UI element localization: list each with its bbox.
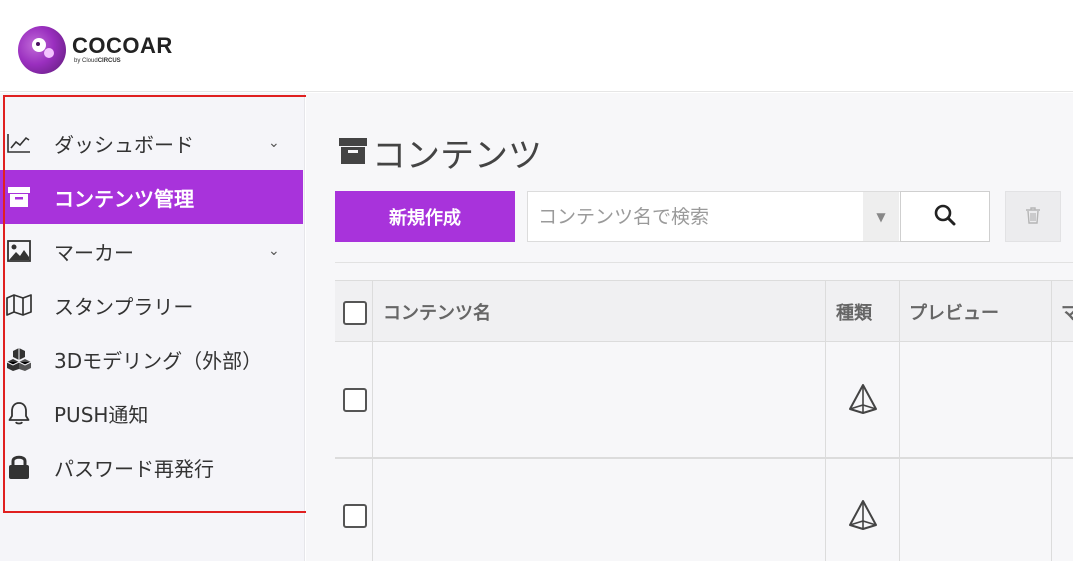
sidebar-item-label: コンテンツ管理 xyxy=(54,186,194,211)
sidebar-item-push-notification[interactable]: PUSH通知 xyxy=(0,386,303,440)
table-header: コンテンツ名 種類 プレビュー マ xyxy=(335,280,1073,342)
chart-line-icon xyxy=(6,130,32,156)
pyramid-3d-icon xyxy=(848,383,878,415)
column-header-type[interactable]: 種類 xyxy=(836,281,872,343)
sidebar-item-stamp-rally[interactable]: スタンプラリー xyxy=(0,278,303,332)
chevron-down-icon: ⌄ xyxy=(268,135,280,151)
search-dropdown-toggle[interactable]: ▼ xyxy=(863,192,899,241)
logo-subtitle: by CloudCIRCUS xyxy=(74,58,121,64)
archive-box-icon xyxy=(338,137,368,169)
sidebar-item-label: マーカー xyxy=(54,240,134,265)
table-row[interactable] xyxy=(335,343,1073,459)
logo-mark-icon xyxy=(18,26,66,74)
content-table: コンテンツ名 種類 プレビュー マ xyxy=(335,280,1073,561)
search-icon xyxy=(934,204,956,229)
row-checkbox[interactable] xyxy=(343,388,367,412)
pyramid-3d-icon xyxy=(848,499,878,531)
bell-icon xyxy=(6,400,32,426)
cocoar-logo[interactable]: COCOAR by CloudCIRCUS xyxy=(18,26,173,74)
sidebar-item-marker[interactable]: マーカー ⌄ xyxy=(0,224,303,278)
table-row[interactable] xyxy=(335,459,1073,561)
sidebar-item-dashboard[interactable]: ダッシュボード ⌄ xyxy=(0,116,303,170)
lock-icon xyxy=(6,454,32,480)
map-icon xyxy=(6,292,32,318)
column-divider xyxy=(1051,280,1052,561)
archive-box-icon xyxy=(6,184,32,210)
sidebar-item-content-management[interactable]: コンテンツ管理 xyxy=(0,170,303,224)
search-button[interactable] xyxy=(900,191,990,242)
cubes-icon xyxy=(6,346,32,372)
logo-title: COCOAR xyxy=(72,33,173,58)
delete-button[interactable] xyxy=(1005,191,1061,242)
sidebar-item-password-reset[interactable]: パスワード再発行 xyxy=(0,440,303,494)
select-all-checkbox[interactable] xyxy=(343,301,367,325)
top-header: COCOAR by CloudCIRCUS xyxy=(0,0,1073,92)
row-checkbox[interactable] xyxy=(343,504,367,528)
sidebar-item-label: ダッシュボード xyxy=(54,132,194,157)
toolbar-divider xyxy=(335,262,1073,263)
sidebar-item-label: スタンプラリー xyxy=(54,294,194,319)
column-divider xyxy=(899,280,900,561)
caret-down-icon: ▼ xyxy=(876,209,886,224)
sidebar-item-label: PUSH通知 xyxy=(54,402,149,427)
sidebar-item-3d-modeling[interactable]: 3Dモデリング（外部） xyxy=(0,332,303,386)
image-icon xyxy=(6,238,32,264)
column-header-name[interactable]: コンテンツ名 xyxy=(383,281,491,343)
sidebar-item-label: 3Dモデリング（外部） xyxy=(54,348,263,373)
column-header-marker[interactable]: マ xyxy=(1061,281,1073,343)
page-title-text: コンテンツ xyxy=(372,136,542,176)
column-header-preview[interactable]: プレビュー xyxy=(909,281,999,343)
column-divider xyxy=(825,280,826,561)
search-box: ▼ xyxy=(527,191,901,242)
sidebar-item-label: パスワード再発行 xyxy=(54,456,214,481)
new-content-button[interactable]: 新規作成 xyxy=(335,191,515,242)
column-divider xyxy=(372,280,373,561)
search-input[interactable] xyxy=(528,192,863,241)
page-title: コンテンツ xyxy=(338,128,542,177)
chevron-down-icon: ⌄ xyxy=(268,243,280,259)
trash-icon xyxy=(1025,206,1041,227)
